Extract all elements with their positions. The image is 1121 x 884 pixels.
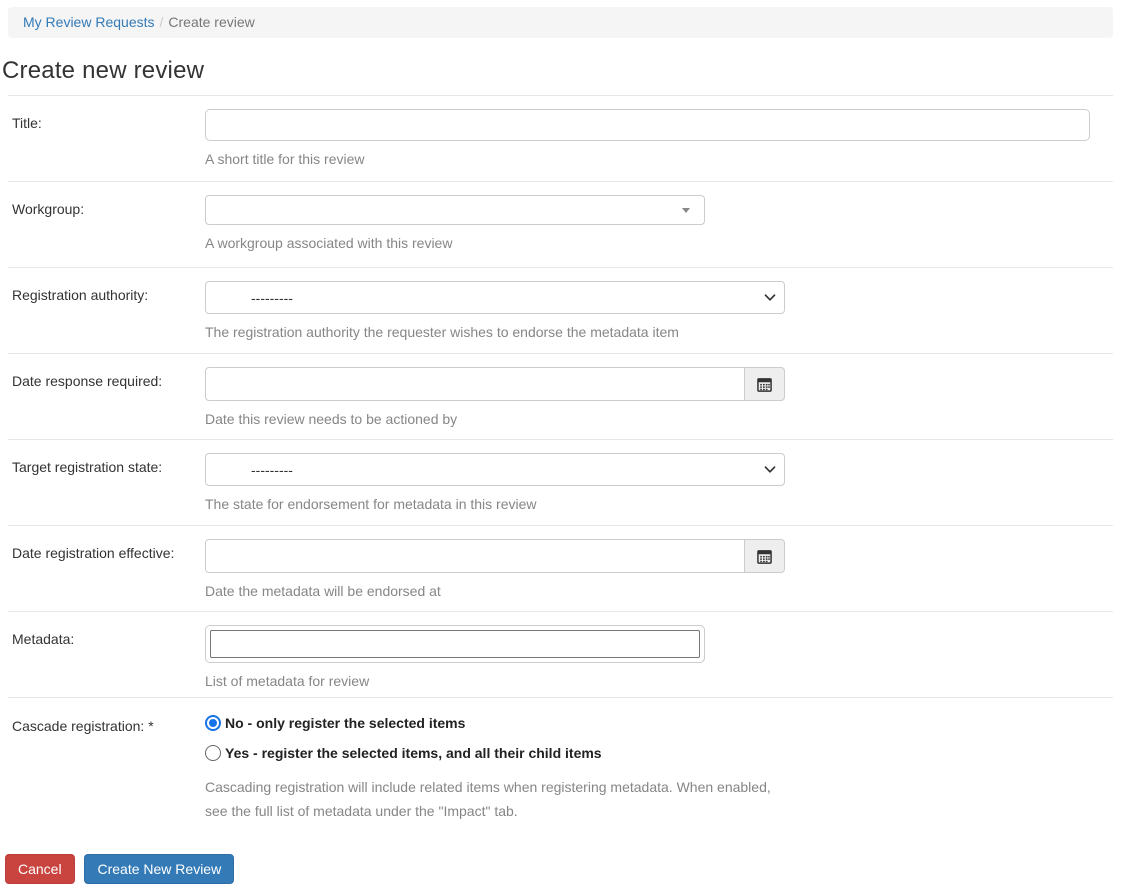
form-row-workgroup: Workgroup: A workgroup associated with t…	[8, 182, 1113, 268]
form-row-registration-authority: Registration authority: --------- The re…	[8, 268, 1113, 354]
title-input[interactable]	[205, 109, 1090, 141]
form-row-metadata: Metadata: List of metadata for review	[8, 612, 1113, 698]
cascade-radio-no[interactable]: No - only register the selected items	[205, 712, 1113, 734]
breadcrumb-separator: /	[159, 14, 164, 30]
form-row-target-registration-state: Target registration state: --------- The…	[8, 440, 1113, 526]
page-title: Create new review	[2, 57, 205, 84]
workgroup-select[interactable]	[205, 195, 705, 225]
target-registration-state-select[interactable]: ---------	[205, 453, 785, 486]
date-response-required-input[interactable]	[205, 367, 745, 401]
title-label: Title:	[12, 115, 42, 131]
form-row-date-response-required: Date response required: Date this review…	[8, 354, 1113, 440]
registration-authority-label: Registration authority:	[12, 287, 149, 303]
registration-authority-help: The registration authority the requester…	[205, 324, 679, 340]
form-row-cascade-registration: Cascade registration: * No - only regist…	[8, 698, 1113, 823]
date-response-required-calendar-button[interactable]	[744, 367, 785, 401]
target-registration-state-help: The state for endorsement for metadata i…	[205, 496, 537, 512]
workgroup-label: Workgroup:	[12, 201, 85, 217]
cascade-registration-label: Cascade registration: *	[12, 718, 154, 734]
dropdown-arrow-icon	[682, 208, 690, 213]
breadcrumb-link-my-review-requests[interactable]: My Review Requests	[23, 14, 155, 30]
cascade-radio-yes[interactable]: Yes - register the selected items, and a…	[205, 742, 1113, 764]
date-registration-effective-help: Date the metadata will be endorsed at	[205, 583, 441, 599]
required-indicator: *	[148, 718, 154, 734]
radio-unselected-icon	[205, 745, 221, 761]
calendar-icon	[757, 377, 772, 392]
breadcrumb: My Review Requests / Create review	[8, 7, 1113, 38]
date-registration-effective-label: Date registration effective:	[12, 545, 175, 561]
date-registration-effective-calendar-button[interactable]	[744, 539, 785, 573]
date-response-required-label: Date response required:	[12, 373, 163, 389]
cascade-radio-no-label: No - only register the selected items	[225, 715, 466, 731]
date-registration-effective-input[interactable]	[205, 539, 745, 573]
metadata-input[interactable]	[210, 630, 700, 658]
date-registration-effective-group	[205, 539, 785, 573]
workgroup-help: A workgroup associated with this review	[205, 235, 453, 251]
title-help: A short title for this review	[205, 151, 365, 167]
radio-selected-icon	[205, 715, 221, 731]
calendar-icon	[757, 549, 772, 564]
form-row-title: Title: A short title for this review	[8, 96, 1113, 182]
page-container: My Review Requests / Create review Create …	[0, 0, 1121, 884]
form-actions: Cancel Create New Review	[5, 854, 1113, 884]
date-response-required-group	[205, 367, 785, 401]
cancel-button[interactable]: Cancel	[5, 854, 75, 884]
registration-authority-select[interactable]: ---------	[205, 281, 785, 314]
metadata-label: Metadata:	[12, 631, 75, 647]
cascade-radio-yes-label: Yes - register the selected items, and a…	[225, 745, 602, 761]
target-registration-state-label: Target registration state:	[12, 459, 163, 475]
cascade-registration-help: Cascading registration will include rela…	[205, 779, 771, 819]
page-header: Create new review	[2, 57, 1113, 96]
metadata-help: List of metadata for review	[205, 673, 370, 689]
form-row-date-registration-effective: Date registration effective: Date the me…	[8, 526, 1113, 612]
date-response-required-help: Date this review needs to be actioned by	[205, 411, 458, 427]
create-new-review-button[interactable]: Create New Review	[84, 854, 235, 884]
metadata-multiselect[interactable]	[205, 625, 705, 663]
breadcrumb-current: Create review	[168, 14, 255, 30]
